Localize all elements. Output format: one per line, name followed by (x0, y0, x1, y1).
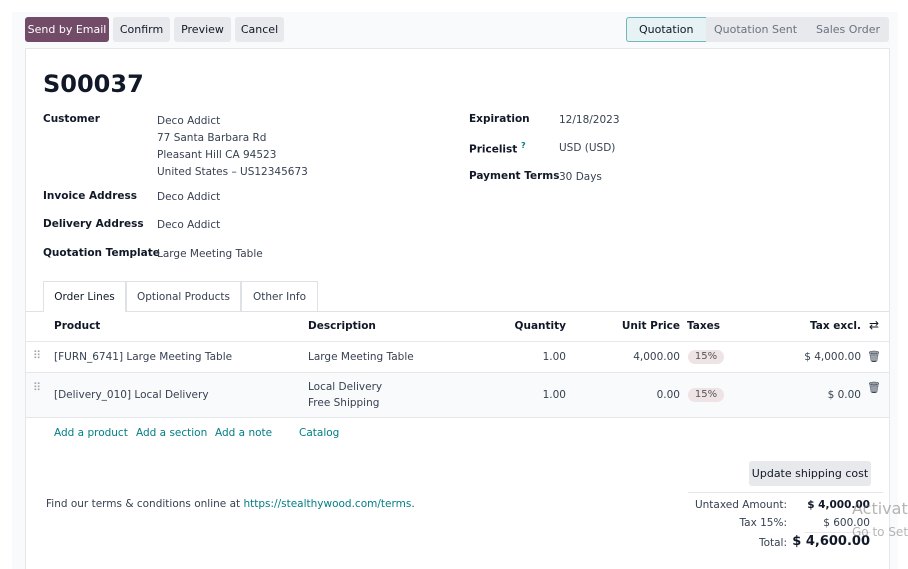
status-quotation-sent[interactable]: Quotation Sent (706, 17, 810, 42)
customer-country: United States – US12345673 (157, 166, 308, 178)
add-section-link[interactable]: Add a section (136, 427, 207, 439)
invoice-address-field[interactable]: Deco Addict (157, 191, 220, 203)
customer-field[interactable]: Deco Addict 77 Santa Barbara Rd Pleasant… (157, 113, 308, 181)
product-cell[interactable]: [FURN_6741] Large Meeting Table (54, 351, 232, 363)
subtotal-cell: $ 0.00 (827, 389, 861, 401)
optional-columns-icon[interactable]: ⇄ (869, 318, 879, 332)
description-cell[interactable]: Large Meeting Table (308, 351, 414, 363)
pricelist-label: Pricelist ? (469, 141, 526, 156)
expiration-field[interactable]: 12/18/2023 (559, 114, 620, 126)
terms-text: Find our terms & conditions online at ht… (46, 498, 415, 510)
add-note-link[interactable]: Add a note (215, 427, 272, 439)
total-label: Total: (758, 537, 787, 549)
column-unit-price[interactable]: Unit Price (622, 320, 680, 332)
confirm-button[interactable]: Confirm (113, 17, 170, 42)
tab-optional-products[interactable]: Optional Products (126, 281, 241, 311)
quantity-cell[interactable]: 1.00 (543, 351, 566, 363)
customer-name[interactable]: Deco Addict (157, 113, 308, 130)
payment-terms-field[interactable]: 30 Days (559, 171, 602, 183)
delivery-address-label: Delivery Address (43, 218, 144, 230)
tab-other-info[interactable]: Other Info (241, 281, 318, 311)
terms-link[interactable]: https://stealthywood.com/terms (243, 498, 411, 510)
column-product[interactable]: Product (54, 320, 100, 332)
customer-label: Customer (43, 113, 100, 125)
trash-icon[interactable]: 🗑 (867, 350, 881, 363)
customer-street: 77 Santa Barbara Rd (157, 132, 267, 144)
catalog-link[interactable]: Catalog (299, 427, 339, 439)
unit-price-cell[interactable]: 4,000.00 (633, 351, 680, 363)
update-shipping-cost-button[interactable]: Update shipping cost (749, 461, 871, 486)
add-product-link[interactable]: Add a product (54, 427, 128, 439)
tax-label: Tax 15%: (739, 517, 787, 529)
terms-suffix: . (411, 498, 415, 510)
status-bar: Quotation Quotation Sent Sales Order (626, 17, 889, 42)
tax-badge[interactable]: 15% (688, 350, 724, 364)
activation-watermark-title: Activate Windows (852, 499, 908, 518)
subtotal-cell: $ 4,000.00 (804, 351, 861, 363)
pricelist-label-text: Pricelist (469, 143, 518, 156)
activation-watermark: Activate Windows Go to Settings to activ… (852, 499, 908, 539)
column-quantity[interactable]: Quantity (515, 320, 566, 332)
pricelist-field[interactable]: USD (USD) (559, 142, 615, 154)
terms-prefix: Find our terms & conditions online at (46, 498, 244, 510)
preview-button[interactable]: Preview (174, 17, 231, 42)
unit-price-cell[interactable]: 0.00 (657, 389, 680, 401)
expiration-label: Expiration (469, 113, 530, 125)
help-icon[interactable]: ? (521, 141, 526, 150)
delivery-address-field[interactable]: Deco Addict (157, 219, 220, 231)
cancel-button[interactable]: Cancel (235, 17, 284, 42)
invoice-address-label: Invoice Address (43, 190, 137, 202)
column-description[interactable]: Description (308, 320, 376, 332)
status-sales-order[interactable]: Sales Order (810, 17, 889, 42)
description-line[interactable]: Free Shipping (308, 397, 379, 409)
column-tax-excl[interactable]: Tax excl. (810, 320, 861, 332)
send-by-email-button[interactable]: Send by Email (25, 17, 109, 42)
drag-handle-icon[interactable]: ⠿ (33, 381, 41, 394)
description-line[interactable]: Local Delivery (308, 381, 382, 393)
customer-city: Pleasant Hill CA 94523 (157, 149, 277, 161)
activation-watermark-sub: Go to Settings to activate Windows. (852, 525, 908, 539)
quotation-template-field[interactable]: Large Meeting Table (157, 248, 263, 260)
quantity-cell[interactable]: 1.00 (543, 389, 566, 401)
product-cell[interactable]: [Delivery_010] Local Delivery (54, 389, 209, 401)
page-title: S00037 (43, 70, 144, 98)
trash-icon[interactable]: 🗑 (867, 381, 881, 394)
untaxed-amount-label: Untaxed Amount: (694, 499, 787, 511)
quotation-template-label: Quotation Template (43, 247, 160, 259)
tab-order-lines[interactable]: Order Lines (43, 281, 126, 312)
status-quotation[interactable]: Quotation (626, 17, 706, 42)
tax-badge[interactable]: 15% (688, 388, 724, 402)
column-taxes[interactable]: Taxes (687, 320, 720, 332)
drag-handle-icon[interactable]: ⠿ (33, 349, 41, 362)
payment-terms-label: Payment Terms (469, 170, 560, 182)
